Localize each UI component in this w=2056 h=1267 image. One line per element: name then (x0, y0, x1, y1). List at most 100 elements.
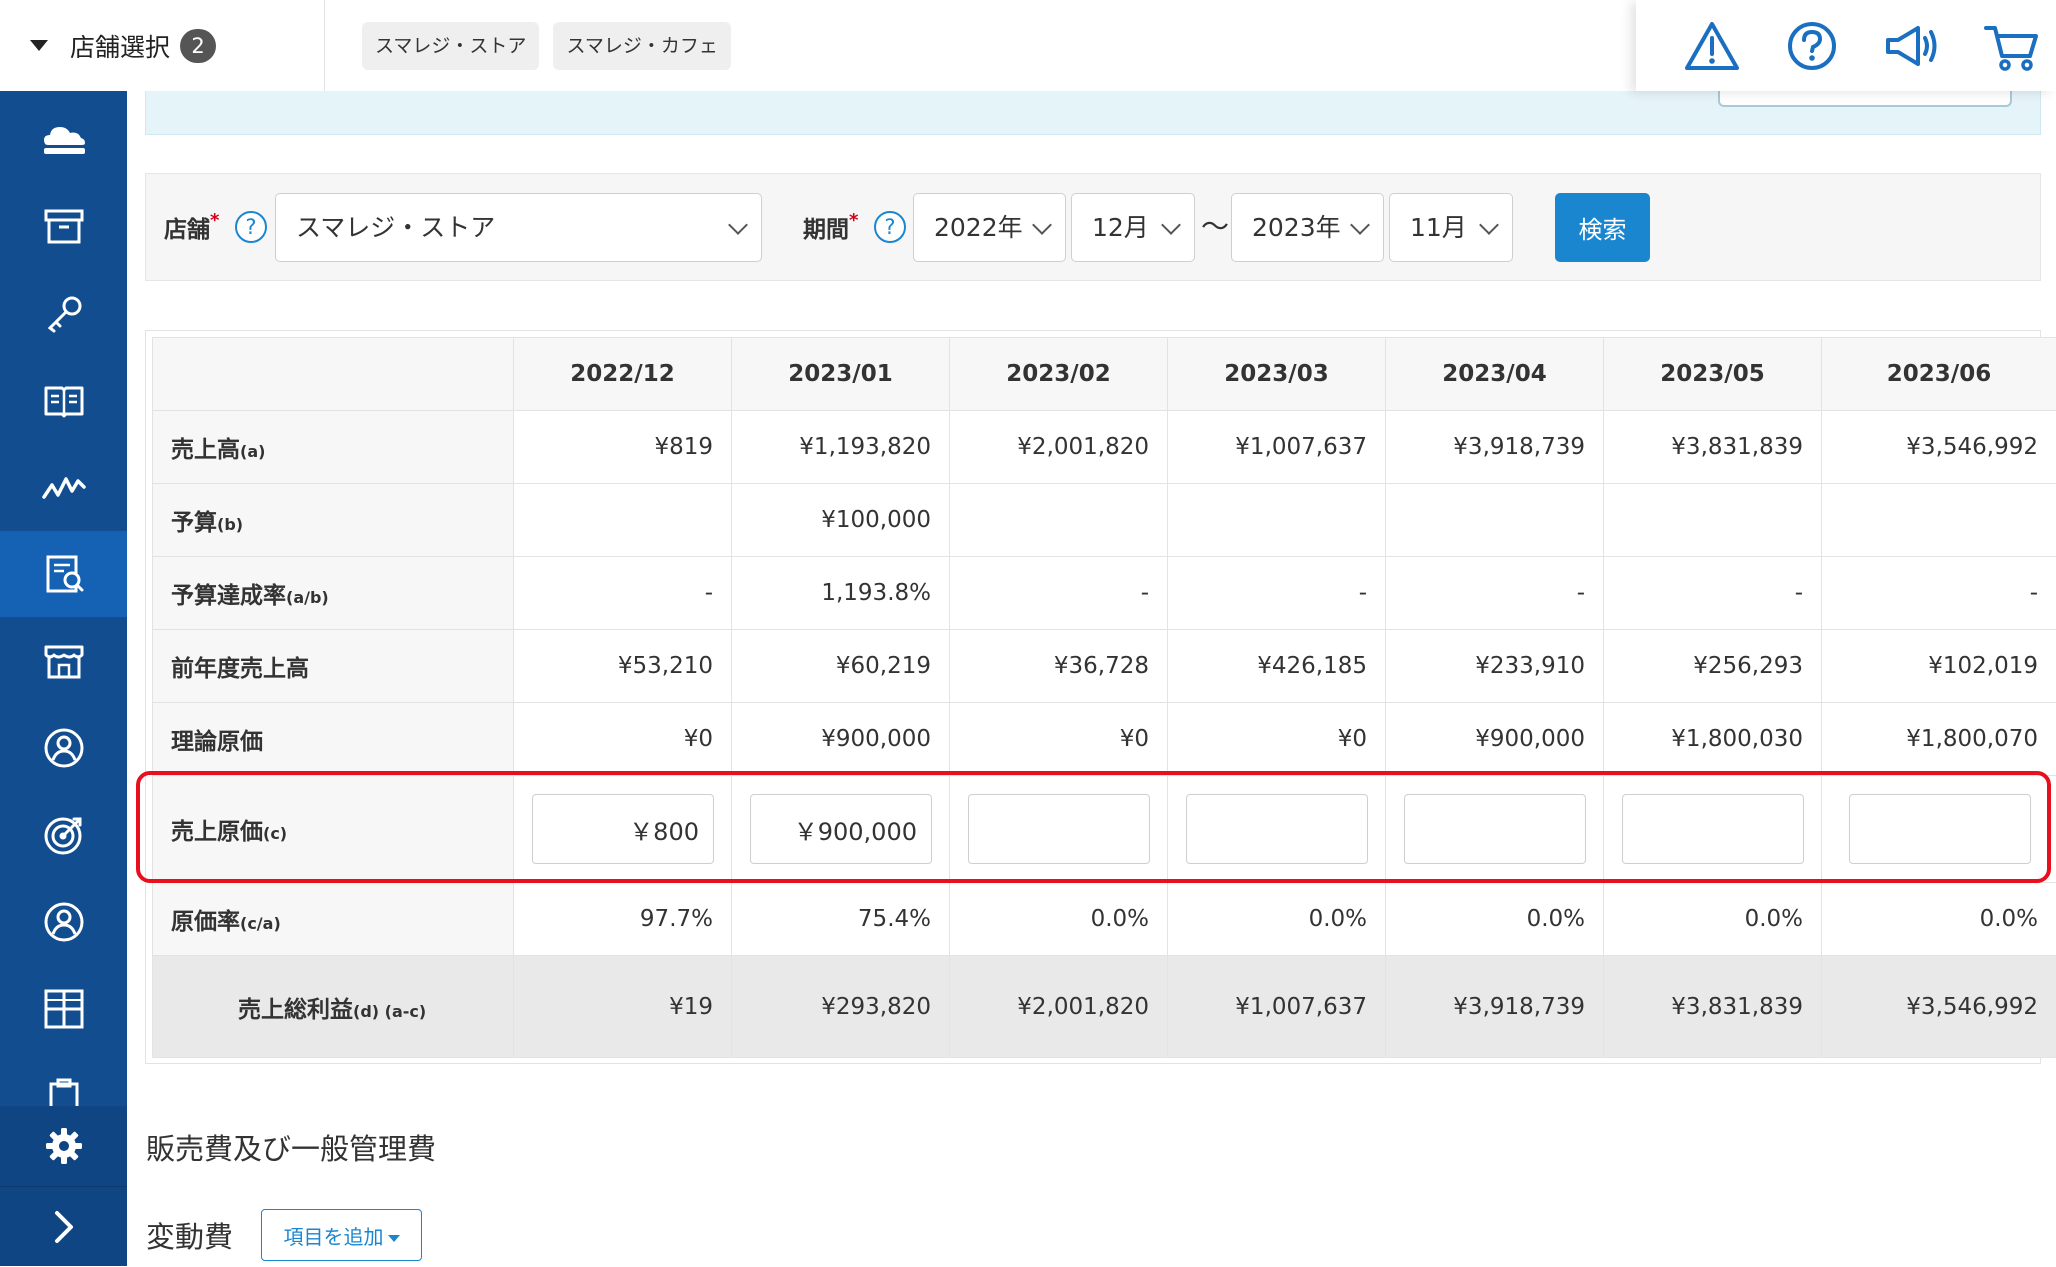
sidebar-item-customers[interactable] (0, 705, 127, 791)
sidebar-settings-button[interactable] (0, 1106, 127, 1186)
book-icon (42, 380, 86, 420)
apps-grid-icon (42, 987, 86, 1031)
table-cell: ¥3,546,992 (1822, 411, 2056, 484)
table-cell: 1,193.8% (732, 557, 950, 630)
chevron-down-icon (1479, 215, 1499, 235)
store-icon (42, 641, 86, 681)
store-filter-label: 店舗* (164, 210, 219, 244)
to-month-dropdown[interactable]: 11月 (1389, 193, 1513, 262)
sidebar-item-inventory[interactable] (0, 183, 127, 269)
chevron-down-icon (1350, 215, 1370, 235)
from-year-value: 2022年 (934, 213, 1023, 242)
clipboard-icon (44, 1076, 84, 1106)
row-label: 予算達成率(a/b) (153, 557, 514, 630)
sidebar-item-tasks[interactable] (0, 1051, 127, 1106)
gear-icon (44, 1126, 84, 1166)
cloud-register-icon (40, 119, 88, 159)
sidebar-item-settings-key[interactable] (0, 270, 127, 356)
sidebar-item-reports[interactable] (0, 531, 127, 617)
row-label: 予算(b) (153, 484, 514, 557)
table-cell: ¥1,800,070 (1822, 703, 2056, 776)
period-filter-label: 期間* (803, 210, 858, 244)
profit-loss-table: 2022/12 2023/01 2023/02 2023/03 2023/04 … (152, 337, 2056, 1058)
table-row-budget: 予算(b) ¥100,000 (153, 484, 2056, 557)
sidebar-item-targets[interactable] (0, 792, 127, 878)
sidebar-item-analytics[interactable] (0, 444, 127, 530)
search-button[interactable]: 検索 (1555, 193, 1650, 262)
user-icon (42, 900, 86, 944)
period-help-icon[interactable]: ? (874, 211, 906, 243)
target-icon (42, 813, 86, 857)
row-label: 売上総利益(d) (a-c) (153, 956, 514, 1058)
row-label: 原価率(c/a) (153, 883, 514, 956)
variable-cost-title: 変動費 (146, 1214, 233, 1256)
table-cell: ¥1,193,820 (732, 411, 950, 484)
store-dropdown[interactable]: スマレジ・ストア (275, 193, 762, 262)
table-cell: ¥3,831,839 (1604, 411, 1822, 484)
cost-input[interactable] (968, 794, 1150, 864)
sidebar-bottom (0, 1106, 127, 1266)
table-cell (950, 484, 1168, 557)
help-icon[interactable] (1782, 18, 1842, 74)
chevron-down-icon (1161, 215, 1181, 235)
table-cell: ¥3,546,992 (1822, 956, 2056, 1058)
table-cell: ¥1,007,637 (1168, 956, 1386, 1058)
table-cell: ¥3,918,739 (1386, 956, 1604, 1058)
to-year-dropdown[interactable]: 2023年 (1231, 193, 1384, 262)
sidebar-item-apps[interactable] (0, 966, 127, 1052)
table-row-sales: 売上高(a) ¥819 ¥1,193,820 ¥2,001,820 ¥1,007… (153, 411, 2056, 484)
table-cell: ¥0 (1168, 703, 1386, 776)
megaphone-icon[interactable] (1882, 18, 1942, 74)
store-help-icon[interactable]: ? (235, 211, 267, 243)
sidebar-item-stores[interactable] (0, 618, 127, 704)
cost-input[interactable] (750, 794, 932, 864)
sidebar-nav (0, 91, 127, 1266)
table-cell (1386, 484, 1604, 557)
table-cell (1604, 776, 1822, 883)
add-item-button[interactable]: 項目を追加 (261, 1209, 422, 1261)
cost-input[interactable] (1849, 794, 2031, 864)
sidebar-item-register[interactable] (0, 96, 127, 182)
month-header: 2023/02 (950, 338, 1168, 411)
chevron-right-icon (49, 1209, 79, 1245)
table-cell: ¥0 (514, 703, 732, 776)
table-cell: ¥19 (514, 956, 732, 1058)
table-cell (732, 776, 950, 883)
banner-button[interactable] (1718, 91, 2012, 107)
to-year-value: 2023年 (1252, 213, 1341, 242)
table-cell: ¥100,000 (732, 484, 950, 557)
month-header: 2023/06 (1822, 338, 2056, 411)
table-cell: ¥293,820 (732, 956, 950, 1058)
cost-input[interactable] (532, 794, 714, 864)
cost-input[interactable] (1186, 794, 1368, 864)
chart-line-icon (40, 467, 88, 507)
table-cell: ¥3,831,839 (1604, 956, 1822, 1058)
table-cell: ¥36,728 (950, 630, 1168, 703)
table-cell: - (514, 557, 732, 630)
store-dropdown-value: スマレジ・ストア (296, 213, 495, 242)
store-select-toggle[interactable]: 店舗選択 2 (0, 0, 325, 91)
sidebar-item-manual[interactable] (0, 357, 127, 443)
table-cell (1168, 776, 1386, 883)
table-cell: - (1386, 557, 1604, 630)
store-chip[interactable]: スマレジ・ストア (362, 22, 539, 70)
row-label: 前年度売上高 (153, 630, 514, 703)
cost-input[interactable] (1404, 794, 1586, 864)
table-cell: ¥900,000 (732, 703, 950, 776)
warning-icon[interactable] (1682, 18, 1742, 74)
from-year-dropdown[interactable]: 2022年 (913, 193, 1066, 262)
sidebar-item-staff[interactable] (0, 879, 127, 965)
cart-icon[interactable] (1982, 18, 2042, 74)
from-month-dropdown[interactable]: 12月 (1071, 193, 1195, 262)
sidebar-expand-button[interactable] (0, 1186, 127, 1267)
table-cell: 97.7% (514, 883, 732, 956)
month-header: 2023/05 (1604, 338, 1822, 411)
store-chip[interactable]: スマレジ・カフェ (553, 22, 730, 70)
table-cell: ¥60,219 (732, 630, 950, 703)
cost-input[interactable] (1622, 794, 1804, 864)
table-cell: ¥1,007,637 (1168, 411, 1386, 484)
row-label: 売上原価(c) (153, 776, 514, 883)
corner-cell (153, 338, 514, 411)
top-header: 店舗選択 2 スマレジ・ストア スマレジ・カフェ (0, 0, 2056, 91)
table-cell (1168, 484, 1386, 557)
